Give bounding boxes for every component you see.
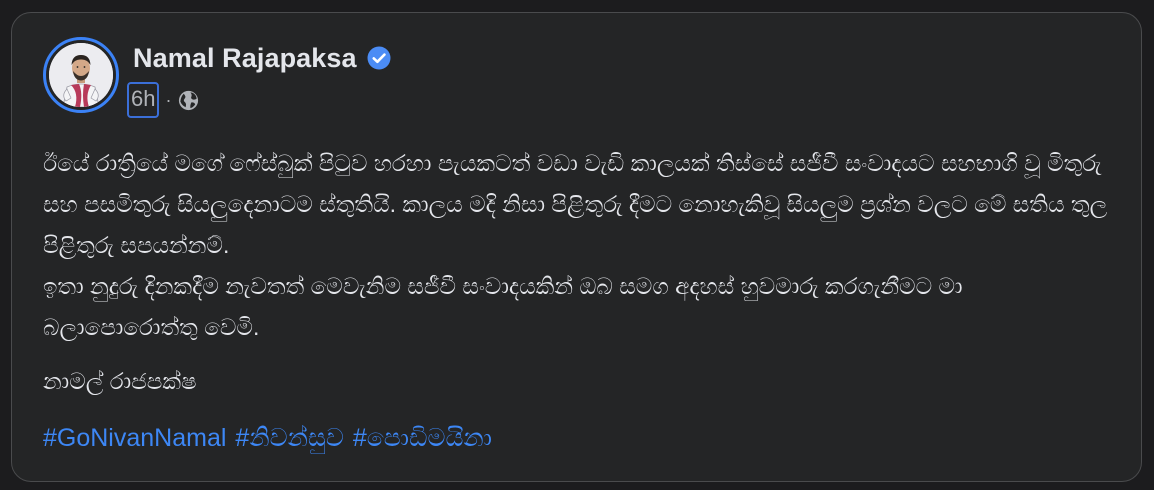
hashtag-link[interactable]: #GoNivanNamal (43, 418, 226, 458)
post-meta: 6h · (127, 82, 200, 118)
meta-separator: · (165, 89, 172, 110)
hashtag-list: #GoNivanNamal #නිවන්සුව #පොඩිමයිනා (43, 418, 492, 458)
post-signature: නාමල් රාජපක්ෂ (43, 368, 197, 394)
globe-icon[interactable] (177, 89, 200, 112)
post-paragraph: ඉතා නුදුරු දිනකදීම නැවතත් මෙවැනිම සජීවී … (43, 273, 963, 340)
profile-picture (49, 43, 113, 107)
timestamp-link[interactable]: 6h (127, 82, 160, 118)
author-name[interactable]: Namal Rajapaksa (133, 43, 357, 74)
post-paragraph: ඊයේ රාත්‍රියේ මගේ ෆේස්බුක් පිටුව හරහා පැ… (43, 150, 1108, 258)
verified-badge-icon (367, 46, 391, 70)
author-row: Namal Rajapaksa (133, 41, 391, 75)
hashtag-link[interactable]: #නිවන්සුව (235, 418, 343, 458)
post-card: Namal Rajapaksa 6h · ඊයේ රාත්‍රියේ මගේ ෆ… (11, 12, 1142, 482)
hashtag-link[interactable]: #පොඩිමයිනා (353, 418, 492, 458)
avatar[interactable] (43, 37, 119, 113)
post-text: ඊයේ රාත්‍රියේ මගේ ෆේස්බුක් පිටුව හරහා පැ… (43, 143, 1123, 402)
